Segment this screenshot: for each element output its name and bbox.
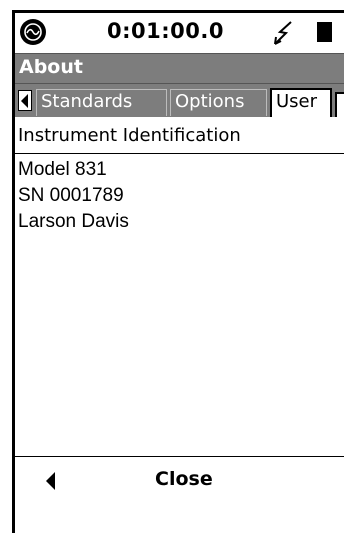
about-content: Instrument Identification Model 831 SN 0…: [15, 117, 344, 455]
tab-standards[interactable]: Standards: [36, 89, 167, 116]
status-bar: 0:01:00.0: [15, 13, 344, 53]
tab-user[interactable]: User: [270, 88, 332, 117]
serial-number-text: SN 0001789: [18, 185, 124, 206]
section-header: Instrument Identification: [18, 125, 241, 146]
left-arrow-icon[interactable]: [46, 472, 55, 490]
title-bar: About: [15, 53, 344, 84]
elapsed-timer: 0:01:00.0: [107, 19, 224, 43]
page-title: About: [19, 56, 83, 78]
manufacturer-text: Larson Davis: [18, 211, 129, 232]
tab-strip: Standards Options User: [15, 84, 344, 119]
tab-scroll-left-icon[interactable]: [18, 90, 32, 111]
tab-options[interactable]: Options: [170, 89, 267, 116]
lightning-bolt-icon: [274, 21, 292, 45]
device-screen: 0:01:00.0 About Standards Options User I…: [12, 10, 344, 533]
tab-next-partial[interactable]: [335, 92, 344, 119]
close-button[interactable]: Close: [155, 468, 213, 490]
battery-icon: [317, 22, 332, 42]
bottom-bar: Close: [15, 456, 344, 533]
model-text: Model 831: [18, 159, 107, 180]
divider: [15, 153, 344, 154]
larson-davis-logo-icon: [20, 19, 46, 45]
